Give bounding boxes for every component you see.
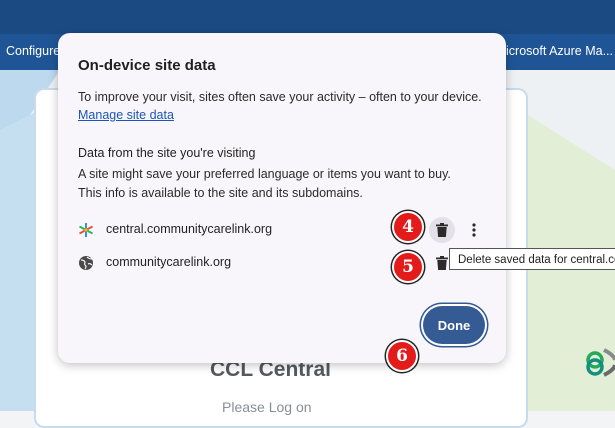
section-description: A site might save your preferred languag… — [78, 167, 451, 200]
annotation-badge: 6 — [386, 340, 418, 372]
annotation-badge: 5 — [392, 251, 424, 283]
section-heading: Data from the site you're visiting — [78, 146, 256, 160]
done-button[interactable]: Done — [423, 306, 485, 344]
login-card-subtitle: Please Log on — [222, 399, 312, 415]
asterisk-favicon-icon — [78, 222, 94, 238]
more-vert-icon — [472, 223, 476, 237]
site-row-root: communitycarelink.org — [78, 250, 488, 276]
trash-icon — [436, 256, 448, 270]
dialog-intro: To improve your visit, sites often save … — [78, 90, 482, 104]
site-domain: central.communitycarelink.org — [106, 222, 273, 236]
more-options-button[interactable] — [464, 217, 484, 243]
globe-icon — [78, 255, 94, 271]
browser-title-bar — [0, 0, 615, 34]
bookmark-azure[interactable]: icrosoft Azure Ma... — [506, 44, 613, 58]
site-domain: communitycarelink.org — [106, 255, 232, 269]
site-row-central: central.communitycarelink.org — [78, 217, 488, 243]
delete-tooltip: Delete saved data for central.communityc… — [449, 248, 615, 270]
annotation-badge: 4 — [392, 211, 424, 243]
bookmark-configure[interactable]: Configure — [6, 44, 60, 58]
delete-site-data-button[interactable] — [429, 217, 455, 243]
manage-site-data-link[interactable]: Manage site data — [78, 108, 174, 122]
dialog-title: On-device site data — [78, 57, 216, 74]
trash-icon — [436, 223, 448, 237]
